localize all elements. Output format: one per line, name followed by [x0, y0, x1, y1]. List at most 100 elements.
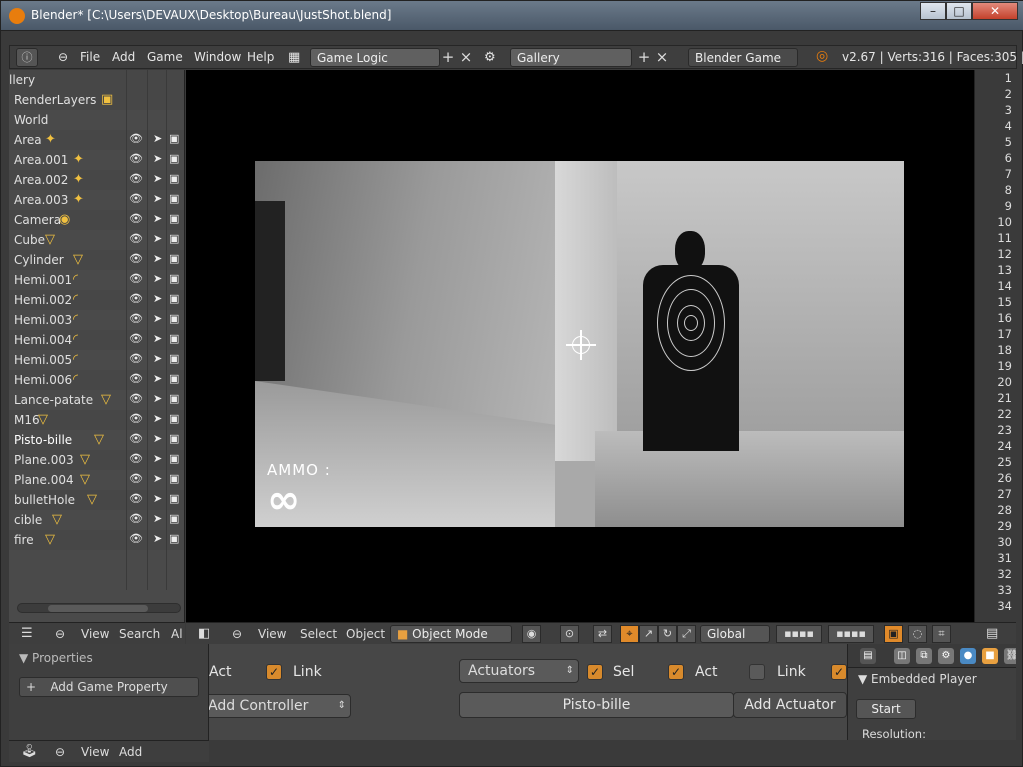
manipulator-toggle-icon[interactable]: ⇄	[593, 625, 612, 643]
outliner-item[interactable]: M16 ▽ 👁 ➤ ▣	[9, 410, 184, 430]
menu-add[interactable]: Add	[112, 50, 135, 64]
proportional-edit-icon[interactable]: ◌	[908, 625, 927, 643]
lamp-hemi-icon[interactable]: ◜	[73, 292, 78, 307]
visibility-eye-icon[interactable]: 👁	[129, 352, 143, 365]
collapse-menu-icon[interactable]: ⊖	[58, 50, 68, 64]
menu-file[interactable]: File	[80, 50, 100, 64]
menu-help[interactable]: Help	[247, 50, 274, 64]
lamp-hemi-icon[interactable]: ◜	[73, 332, 78, 347]
selectability-cursor-icon[interactable]: ➤	[153, 532, 162, 545]
visibility-eye-icon[interactable]: 👁	[129, 432, 143, 445]
logic-editor[interactable]: Act ✓ Link Add Controller ⇕ Actuators ⇕ …	[209, 644, 847, 740]
outliner-search-menu[interactable]: Search	[119, 627, 160, 641]
collapse-menu-icon[interactable]: ⊖	[55, 627, 65, 641]
transform-orientation-select[interactable]: Global	[700, 625, 770, 643]
text-editor[interactable]: 1 2 3 4 5 6 7 8 9 10 11 12 13 14 15 16 17 18 19 20 21 22 23 24 2…	[974, 70, 1016, 622]
mesh-icon[interactable]: ▽	[73, 252, 83, 267]
visibility-eye-icon[interactable]: 👁	[129, 532, 143, 545]
visibility-eye-icon[interactable]: 👁	[129, 192, 143, 205]
maximize-button[interactable]: □	[946, 2, 972, 20]
object-tab-icon[interactable]: ■	[982, 648, 998, 664]
outliner-item[interactable]: Cube ▽ 👁 ➤ ▣	[9, 230, 184, 250]
renderability-camera-icon[interactable]: ▣	[169, 172, 179, 185]
selectability-cursor-icon[interactable]: ➤	[153, 312, 162, 325]
outliner[interactable]: llery RenderLayers ▣ World Area ✦ 👁 ➤ ▣ Area.001…	[9, 70, 185, 622]
visibility-eye-icon[interactable]: 👁	[129, 292, 143, 305]
selectability-cursor-icon[interactable]: ➤	[153, 352, 162, 365]
minimize-button[interactable]: –	[920, 2, 946, 20]
lamp-hemi-icon[interactable]: ◜	[73, 312, 78, 327]
renderability-camera-icon[interactable]: ▣	[169, 152, 179, 165]
renderability-camera-icon[interactable]: ▣	[169, 292, 179, 305]
selectability-cursor-icon[interactable]: ➤	[153, 172, 162, 185]
add-controller-select[interactable]: Add Controller ⇕	[209, 694, 351, 718]
selectability-cursor-icon[interactable]: ➤	[153, 332, 162, 345]
selectability-cursor-icon[interactable]: ➤	[153, 292, 162, 305]
translate-icon[interactable]: ↗	[639, 625, 658, 643]
selectability-cursor-icon[interactable]: ➤	[153, 272, 162, 285]
outliner-item[interactable]: Area.002 ✦ 👁 ➤ ▣	[9, 170, 184, 190]
renderability-camera-icon[interactable]: ▣	[169, 432, 179, 445]
visibility-eye-icon[interactable]: 👁	[129, 492, 143, 505]
renderability-camera-icon[interactable]: ▣	[169, 252, 179, 265]
close-button[interactable]: ✕	[972, 2, 1018, 20]
visibility-eye-icon[interactable]: 👁	[129, 472, 143, 485]
add-scene-button[interactable]: +	[634, 48, 654, 67]
world-tab-icon[interactable]: ●	[960, 648, 976, 664]
lamp-hemi-icon[interactable]: ◜	[73, 372, 78, 387]
embedded-player-panel-title[interactable]: ▼ Embedded Player	[858, 672, 977, 686]
mesh-icon[interactable]: ▽	[101, 392, 111, 407]
mesh-icon[interactable]: ▽	[80, 452, 90, 467]
transform-manipulator-icon[interactable]: ⌖	[620, 625, 639, 643]
selectability-cursor-icon[interactable]: ➤	[153, 212, 162, 225]
camera-icon[interactable]: ◉	[59, 212, 70, 227]
renderability-camera-icon[interactable]: ▣	[169, 312, 179, 325]
outliner-item[interactable]: Hemi.002 ◜ 👁 ➤ ▣	[9, 290, 184, 310]
viewport-select-menu[interactable]: Select	[300, 627, 337, 641]
outliner-editor-icon[interactable]: ☰	[21, 626, 33, 641]
mesh-icon[interactable]: ▽	[45, 532, 55, 547]
scene-icon[interactable]: ⚙	[484, 50, 496, 65]
mesh-icon[interactable]: ▽	[94, 432, 104, 447]
outliner-item[interactable]: Plane.003 ▽ 👁 ➤ ▣	[9, 450, 184, 470]
lamp-area-icon[interactable]: ✦	[73, 172, 84, 187]
screen-layout-icon[interactable]: ▦	[288, 50, 300, 65]
renderability-camera-icon[interactable]: ▣	[169, 352, 179, 365]
visibility-eye-icon[interactable]: 👁	[129, 372, 143, 385]
actuators-extra-checkbox[interactable]: ✓	[831, 664, 847, 680]
visibility-eye-icon[interactable]: 👁	[129, 312, 143, 325]
visibility-eye-icon[interactable]: 👁	[129, 132, 143, 145]
renderability-camera-icon[interactable]: ▣	[169, 232, 179, 245]
actuator-object-header[interactable]: Pisto-bille	[459, 692, 734, 718]
visibility-eye-icon[interactable]: 👁	[129, 152, 143, 165]
render-layers-tab-icon[interactable]: ⧉	[916, 648, 932, 664]
outliner-item[interactable]: Area.003 ✦ 👁 ➤ ▣	[9, 190, 184, 210]
outliner-item[interactable]: Camera ◉ 👁 ➤ ▣	[9, 210, 184, 230]
scale-icon[interactable]: ⤢	[677, 625, 696, 643]
lamp-area-icon[interactable]: ✦	[73, 152, 84, 167]
outliner-item[interactable]: Hemi.005 ◜ 👁 ➤ ▣	[9, 350, 184, 370]
mesh-icon[interactable]: ▽	[52, 512, 62, 527]
info-editor-icon[interactable]: ⓘ	[16, 48, 38, 67]
lamp-hemi-icon[interactable]: ◜	[73, 272, 78, 287]
outliner-view-menu[interactable]: View	[81, 627, 109, 641]
actuators-link-checkbox[interactable]	[749, 664, 765, 680]
selectability-cursor-icon[interactable]: ➤	[153, 492, 162, 505]
selectability-cursor-icon[interactable]: ➤	[153, 452, 162, 465]
outliner-item[interactable]: World	[9, 110, 184, 130]
outliner-item[interactable]: Hemi.001 ◜ 👁 ➤ ▣	[9, 270, 184, 290]
selectability-cursor-icon[interactable]: ➤	[153, 372, 162, 385]
collapse-menu-icon[interactable]: ⊖	[55, 745, 65, 759]
renderability-camera-icon[interactable]: ▣	[169, 452, 179, 465]
menu-window[interactable]: Window	[194, 50, 241, 64]
outliner-item[interactable]: RenderLayers ▣	[9, 90, 184, 110]
renderability-camera-icon[interactable]: ▣	[169, 532, 179, 545]
selectability-cursor-icon[interactable]: ➤	[153, 472, 162, 485]
renderability-camera-icon[interactable]: ▣	[169, 372, 179, 385]
renderability-camera-icon[interactable]: ▣	[169, 472, 179, 485]
properties-panel-title[interactable]: ▼ Properties	[19, 651, 93, 665]
remove-screen-button[interactable]: ×	[456, 48, 476, 67]
renderability-camera-icon[interactable]: ▣	[169, 192, 179, 205]
visibility-eye-icon[interactable]: 👁	[129, 412, 143, 425]
outliner-horizontal-scrollbar[interactable]	[17, 603, 181, 613]
